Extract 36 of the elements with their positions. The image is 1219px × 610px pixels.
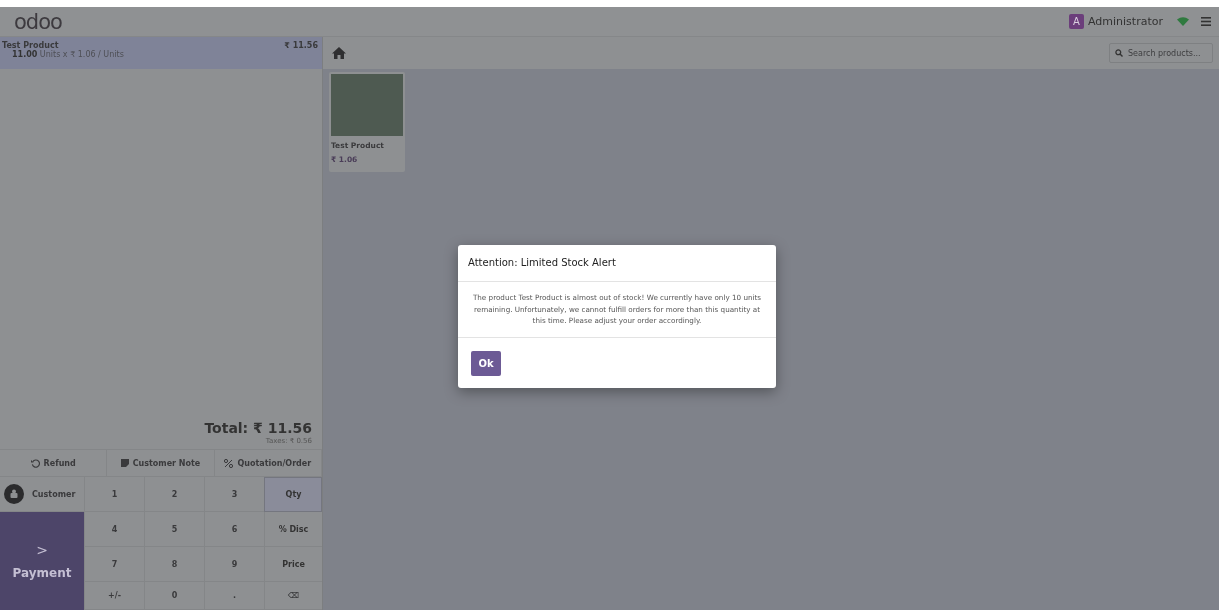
note-icon	[120, 459, 129, 467]
numpad-key[interactable]: 3	[204, 477, 264, 512]
numpad-key[interactable]: 2	[144, 477, 204, 512]
numpad-key[interactable]: +/-	[84, 582, 144, 610]
numpad-key[interactable]: ⌫	[264, 582, 322, 610]
numpad-key[interactable]: 6	[204, 512, 264, 547]
line-quantity: 11.00	[12, 50, 38, 59]
user-name: Administrator	[1088, 15, 1163, 28]
payment-button[interactable]: > Payment	[0, 512, 84, 610]
photo-placeholder	[331, 74, 403, 136]
numpad-key[interactable]: Qty	[264, 477, 322, 512]
numpad-key[interactable]: .	[204, 582, 264, 610]
numpad-key[interactable]: 5	[144, 512, 204, 547]
line-price: ₹ 11.56	[284, 41, 318, 50]
user-avatar: A	[1069, 14, 1084, 29]
numpad-key[interactable]: Price	[264, 547, 322, 582]
app-logo: odoo	[14, 9, 62, 34]
refund-icon	[30, 458, 40, 468]
percent-icon	[224, 458, 234, 468]
numpad-key[interactable]: 9	[204, 547, 264, 582]
home-icon[interactable]	[332, 47, 346, 59]
user-menu[interactable]: A Administrator	[1069, 14, 1163, 29]
numpad-key[interactable]: 8	[144, 547, 204, 582]
search-field[interactable]: Search products...	[1109, 43, 1213, 63]
dialog-title: Attention: Limited Stock Alert	[468, 257, 616, 268]
numpad-key[interactable]: % Disc	[264, 512, 322, 547]
person-icon	[4, 484, 24, 504]
menu-icon[interactable]	[1201, 17, 1211, 26]
product-name: Test Product	[2, 41, 59, 50]
ok-button[interactable]: Ok	[471, 350, 501, 376]
numpad-key[interactable]: 1	[84, 477, 144, 512]
numpad-key[interactable]: 7	[84, 547, 144, 582]
search-icon	[1115, 49, 1123, 57]
order-total: Total: ₹ 11.56	[204, 420, 312, 436]
numpad-key[interactable]: 0	[144, 582, 204, 610]
numpad-key[interactable]: 4	[84, 512, 144, 547]
